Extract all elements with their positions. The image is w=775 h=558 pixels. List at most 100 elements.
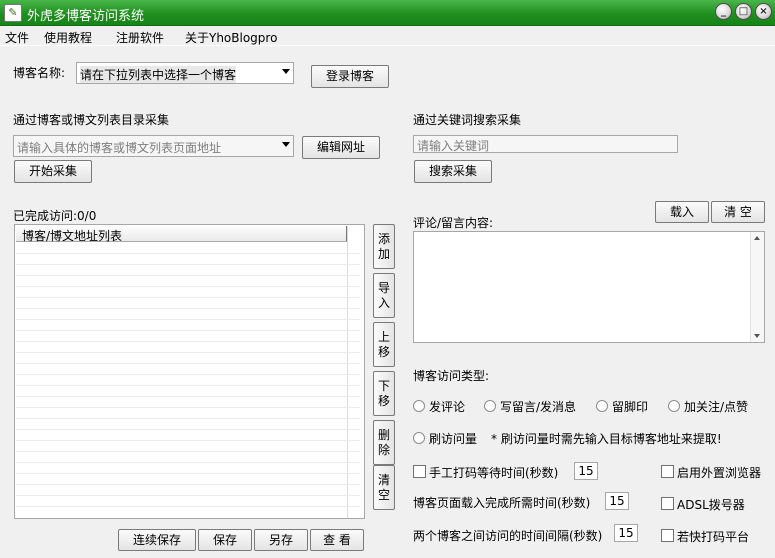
clear-list-button-label: 清空	[378, 473, 391, 502]
list-item[interactable]	[16, 452, 360, 463]
interval-input[interactable]: 15	[614, 524, 638, 542]
move-down-button[interactable]: 下移	[373, 371, 395, 416]
list-item[interactable]	[16, 254, 360, 265]
external-browser-checkbox[interactable]	[661, 465, 674, 478]
list-item[interactable]	[16, 364, 360, 375]
list-header-label: 博客/博文地址列表	[22, 229, 123, 243]
menu-file[interactable]: 文件	[5, 29, 29, 46]
radio-message[interactable]	[484, 400, 496, 412]
app-logo-icon: ✎	[4, 4, 22, 22]
scroll-down-icon[interactable]	[754, 334, 760, 338]
save-button[interactable]: 保存	[198, 529, 252, 551]
chevron-down-icon	[282, 142, 290, 147]
menu-about[interactable]: 关于YhoBlogpro	[185, 29, 277, 46]
list-item[interactable]	[16, 353, 360, 364]
url-list[interactable]: 博客/博文地址列表	[14, 224, 365, 519]
list-item[interactable]	[16, 496, 360, 507]
page-load-input[interactable]: 15	[605, 492, 629, 510]
radio-footprint-label: 留脚印	[612, 400, 649, 414]
list-item[interactable]	[16, 386, 360, 397]
list-item[interactable]	[16, 298, 360, 309]
list-item[interactable]	[16, 397, 360, 408]
radio-pageview[interactable]	[413, 432, 425, 444]
add-button[interactable]: 添加	[373, 224, 395, 269]
captcha-platform-checkbox[interactable]	[661, 529, 674, 542]
minimize-icon[interactable]: _	[715, 3, 732, 20]
list-item[interactable]	[16, 419, 360, 430]
move-up-button[interactable]: 上移	[373, 322, 395, 367]
comment-label: 评论/留言内容:	[413, 216, 494, 230]
adsl-label: ADSL拨号器	[677, 498, 745, 512]
blog-select-value: 请在下拉列表中选择一个博客	[80, 66, 237, 83]
import-button[interactable]: 导入	[373, 273, 395, 318]
save-as-button[interactable]: 另存	[254, 529, 308, 551]
list-item[interactable]	[16, 331, 360, 342]
manual-captcha-checkbox[interactable]	[413, 465, 426, 478]
adsl-checkbox[interactable]	[661, 497, 674, 510]
url-select[interactable]: 请输入具体的博客或博文列表页面地址	[13, 135, 294, 157]
clear-comment-button[interactable]: 清 空	[711, 201, 765, 223]
move-down-button-label: 下移	[378, 379, 391, 408]
radio-message-label: 写留言/发消息	[500, 400, 577, 414]
comment-textarea[interactable]	[413, 231, 765, 343]
clear-list-button[interactable]: 清空	[373, 465, 395, 510]
pageview-note: * 刷访问量时需先输入目标博客地址来提取!	[491, 432, 722, 446]
keyword-placeholder: 请输入关键词	[417, 139, 490, 153]
blog-name-label: 博客名称:	[13, 66, 66, 80]
add-button-label: 添加	[378, 232, 391, 261]
menu-register[interactable]: 注册软件	[116, 29, 164, 46]
chevron-down-icon	[282, 69, 290, 74]
list-item[interactable]	[16, 408, 360, 419]
maximize-icon[interactable]: □	[735, 3, 752, 20]
menu-tutorial[interactable]: 使用教程	[44, 29, 92, 46]
list-item[interactable]	[16, 320, 360, 331]
window-title: 外虎多博客访问系统	[27, 9, 145, 24]
list-item[interactable]	[16, 276, 360, 287]
list-header[interactable]: 博客/博文地址列表	[16, 226, 347, 243]
move-up-button-label: 上移	[378, 330, 391, 359]
interval-label: 两个博客之间访问的时间间隔(秒数)	[413, 529, 603, 543]
delete-button[interactable]: 删除	[373, 420, 395, 465]
list-item[interactable]	[16, 441, 360, 452]
list-item[interactable]	[16, 474, 360, 485]
start-collect-button[interactable]: 开始采集	[14, 160, 92, 183]
collect-section-label: 通过博客或博文列表目录采集	[13, 113, 170, 127]
view-button[interactable]: 查 看	[310, 529, 364, 551]
manual-captcha-input[interactable]: 15	[574, 462, 598, 480]
scroll-up-icon[interactable]	[754, 236, 760, 240]
delete-button-label: 删除	[378, 428, 391, 457]
manual-captcha-label: 手工打码等待时间(秒数)	[429, 466, 559, 480]
radio-follow-label: 加关注/点赞	[684, 400, 749, 414]
radio-follow[interactable]	[668, 400, 680, 412]
keyword-input[interactable]: 请输入关键词	[413, 135, 678, 153]
url-placeholder: 请输入具体的博客或博文列表页面地址	[17, 141, 222, 155]
login-blog-button[interactable]: 登录博客	[311, 65, 389, 88]
edit-url-button[interactable]: 编辑网址	[302, 136, 380, 159]
list-item[interactable]	[16, 430, 360, 441]
captcha-platform-label: 若快打码平台	[677, 530, 750, 544]
radio-comment[interactable]	[413, 400, 425, 412]
progress-label: 已完成访问:0/0	[13, 209, 97, 223]
list-item[interactable]	[16, 287, 360, 298]
radio-comment-label: 发评论	[429, 400, 466, 414]
list-item[interactable]	[16, 375, 360, 386]
list-item[interactable]	[16, 485, 360, 496]
close-icon[interactable]: ×	[755, 3, 772, 20]
radio-pageview-label: 刷访问量	[429, 432, 478, 446]
visit-type-label: 博客访问类型:	[413, 369, 490, 383]
comment-scrollbar[interactable]	[750, 232, 764, 342]
blog-select[interactable]: 请在下拉列表中选择一个博客	[76, 62, 294, 84]
list-item[interactable]	[16, 309, 360, 320]
radio-footprint[interactable]	[596, 400, 608, 412]
search-collect-button[interactable]: 搜索采集	[414, 160, 492, 183]
list-item[interactable]	[16, 463, 360, 474]
load-comment-button[interactable]: 载入	[655, 201, 709, 223]
external-browser-label: 启用外置浏览器	[677, 466, 762, 480]
list-item[interactable]	[16, 265, 360, 276]
continuous-save-button[interactable]: 连续保存	[118, 529, 196, 551]
import-button-label: 导入	[378, 281, 391, 310]
list-item[interactable]	[16, 243, 360, 254]
keyword-section-label: 通过关键词搜索采集	[413, 113, 522, 127]
page-load-label: 博客页面载入完成所需时间(秒数)	[413, 496, 591, 510]
list-item[interactable]	[16, 342, 360, 353]
